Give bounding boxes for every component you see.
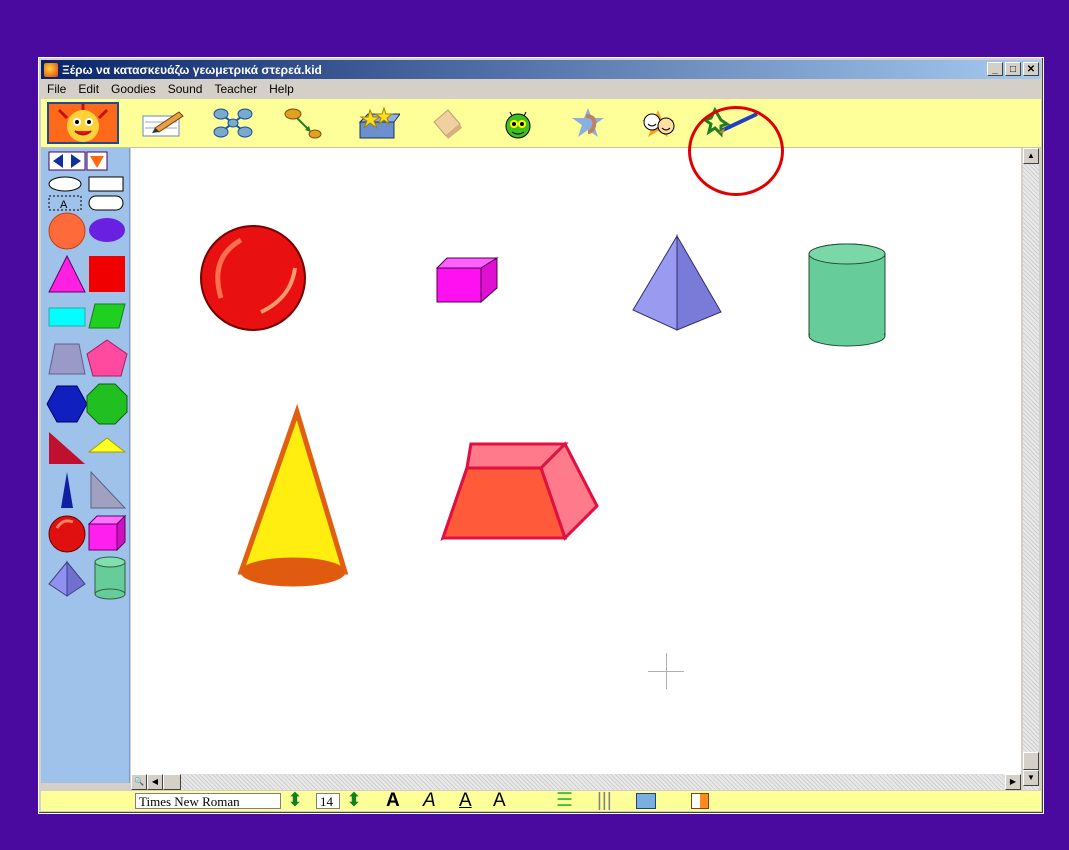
masks-icon[interactable]: [636, 105, 680, 141]
font-stepper-icon[interactable]: ⬍: [287, 791, 303, 811]
image-frame-icon[interactable]: [636, 793, 656, 809]
sphere-icon: [48, 515, 86, 553]
scroll-down-button[interactable]: ▼: [1023, 770, 1039, 786]
drawing-canvas[interactable]: [131, 148, 1021, 774]
scroll-up-button[interactable]: ▲: [1023, 148, 1039, 164]
app-window: Ξέρω να κατασκευάζω γεωμετρικά στερεά.ki…: [38, 57, 1044, 814]
ellipse-outline-icon: [48, 176, 82, 192]
cylinder-shape: [808, 243, 886, 347]
network-icon[interactable]: [211, 105, 255, 141]
svg-text:A: A: [60, 199, 68, 211]
font-name-field[interactable]: Times New Roman: [135, 793, 281, 809]
menu-file[interactable]: File: [41, 82, 72, 96]
window-title: Ξέρω να κατασκευάζω γεωμετρικά στερεά.ki…: [62, 62, 322, 77]
green-parallelogram-icon: [88, 303, 126, 329]
trapezoid-prism-shape: [440, 441, 599, 542]
title-bar[interactable]: Ξέρω να κατασκευάζω γεωμετρικά στερεά.ki…: [41, 60, 1041, 79]
rectangle-outline-icon: [88, 176, 124, 192]
link-icon[interactable]: [281, 105, 325, 141]
columns-icon[interactable]: |||: [597, 791, 612, 811]
app-icon: [44, 62, 58, 77]
mascot-icon[interactable]: [47, 102, 119, 144]
scroll-right-button[interactable]: ▶: [1005, 774, 1021, 790]
italic-button[interactable]: A: [423, 791, 436, 811]
maximize-button[interactable]: □: [1005, 62, 1021, 76]
scroll-thumb[interactable]: [1023, 752, 1039, 770]
blue-hexagon-icon: [46, 385, 88, 423]
cube-icon: [87, 514, 127, 552]
main-toolbar: [41, 99, 1041, 148]
superscript-button[interactable]: A: [493, 791, 506, 811]
vertical-scrollbar[interactable]: ▲ ▼: [1023, 148, 1039, 790]
minimize-button[interactable]: _: [987, 62, 1003, 76]
cylinder-icon: [94, 556, 126, 600]
sphere-shape: [200, 225, 306, 331]
color-swatch-icon[interactable]: [691, 793, 709, 809]
gray-triangle-icon: [90, 470, 127, 509]
purple-ellipse-icon: [89, 218, 125, 242]
yellow-triangle-icon: [87, 437, 127, 453]
magenta-triangle-icon: [48, 254, 86, 293]
cube-shape: [435, 257, 499, 304]
trapezoid-icon: [48, 343, 86, 375]
text-box-icon: A: [48, 195, 82, 211]
red-square-icon: [89, 256, 125, 292]
ear-icon[interactable]: [566, 105, 610, 141]
pink-pentagon-icon: [86, 339, 128, 377]
format-bar: Times New Roman ⬍ 14 ⬍ A A A A ☰ |||: [41, 791, 1041, 811]
green-octagon-icon: [86, 383, 128, 425]
menu-help[interactable]: Help: [263, 82, 300, 96]
pencil-paper-icon[interactable]: [141, 105, 185, 141]
menu-sound[interactable]: Sound: [162, 82, 209, 96]
cyan-rectangle-icon: [48, 307, 86, 327]
menu-edit[interactable]: Edit: [72, 82, 105, 96]
size-stepper-icon[interactable]: ⬍: [346, 791, 362, 811]
menu-teacher[interactable]: Teacher: [208, 82, 263, 96]
menu-bar: File Edit Goodies Sound Teacher Help: [41, 80, 1041, 98]
rounded-rect-icon: [88, 195, 124, 211]
orange-circle-icon: [48, 212, 86, 250]
cone-shape: [237, 403, 349, 587]
pyramid-icon: [48, 560, 86, 597]
menu-goodies[interactable]: Goodies: [105, 82, 162, 96]
eraser-icon[interactable]: [426, 105, 470, 141]
stamp-box-icon[interactable]: [356, 105, 400, 141]
shape-palette: A: [41, 148, 130, 783]
highlight-circle: [688, 106, 784, 196]
align-icon[interactable]: ☰: [556, 791, 573, 811]
tall-triangle-icon: [61, 472, 73, 508]
pyramid-shape: [632, 234, 722, 331]
hscroll-thumb[interactable]: [163, 774, 181, 790]
bold-button[interactable]: A: [386, 791, 400, 811]
close-button[interactable]: ✕: [1023, 62, 1039, 76]
crosshair-cursor-vertical: [666, 653, 667, 689]
horizontal-scrollbar[interactable]: 🔍 ◀ ▶: [131, 774, 1021, 790]
down-triangle-icon: [86, 151, 108, 171]
face-icon[interactable]: [496, 105, 540, 141]
zoom-icon[interactable]: 🔍: [131, 774, 147, 790]
scroll-left-button[interactable]: ◀: [147, 774, 163, 790]
underline-button[interactable]: A: [459, 791, 472, 811]
right-triangle-icon: [49, 432, 85, 464]
font-size-field[interactable]: 14: [316, 793, 340, 809]
